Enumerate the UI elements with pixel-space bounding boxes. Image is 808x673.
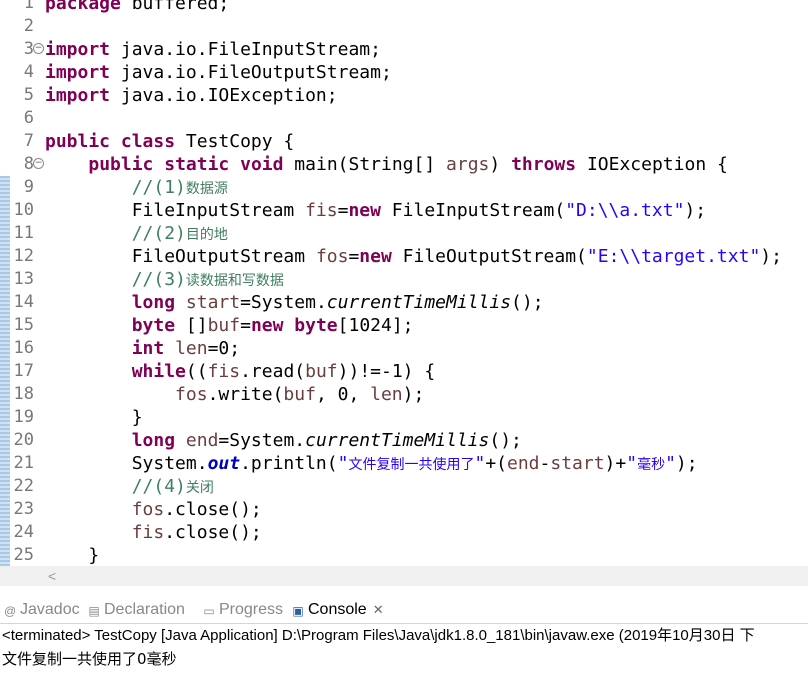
change-ruler: [0, 176, 10, 566]
declaration-icon: ▤: [88, 604, 100, 618]
console-output: 文件复制一共使用了0毫秒: [2, 650, 177, 668]
tab-declaration[interactable]: ▤ Declaration: [88, 596, 185, 623]
views-tabbar: @ Javadoc ▤ Declaration ▭ Progress ▣ Console…: [0, 596, 808, 623]
code-text: fos.write(buf, 0, len);: [175, 384, 425, 405]
tab-javadoc-label: Javadoc: [20, 601, 80, 618]
line-number: 18: [13, 384, 34, 404]
code-text: FileInputStream fis=new FileInputStream(…: [45, 200, 707, 221]
code-text: long end=System.currentTimeMillis();: [131, 430, 522, 451]
line-number: 9: [23, 177, 34, 197]
fold-toggle-icon[interactable]: −: [33, 158, 44, 169]
line-number: 3: [23, 39, 34, 59]
code-text: fos.close();: [131, 499, 262, 520]
horizontal-scrollbar[interactable]: <: [0, 566, 808, 586]
progress-icon: ▭: [203, 604, 215, 618]
line-number: 17: [13, 361, 34, 381]
code-text: import java.io.IOException;: [45, 85, 338, 106]
line-number: 23: [13, 499, 34, 519]
code-text: //(2)目的地: [131, 223, 228, 244]
code-text: while((fis.read(buf))!=-1) {: [131, 361, 436, 382]
code-editor[interactable]: 1 package buffered; 2 3− import java.io.File…: [0, 0, 808, 566]
line-number: 1: [23, 0, 34, 13]
code-text: }: [45, 545, 100, 566]
code-text: //(1)数据源: [131, 177, 228, 198]
javadoc-icon: @: [4, 604, 17, 618]
line-number: 2: [23, 16, 34, 36]
code-text: FileOutputStream fos=new FileOutputStrea…: [45, 246, 782, 267]
tab-console-label: Console: [308, 601, 367, 618]
line-number: 8: [23, 154, 34, 174]
line-number: 10: [13, 200, 34, 220]
line-number: 5: [23, 85, 34, 105]
console-status: <terminated> TestCopy [Java Application]…: [2, 627, 755, 644]
scroll-left-icon[interactable]: <: [48, 566, 56, 586]
console-icon: ▣: [292, 604, 304, 618]
code-text: import java.io.FileOutputStream;: [45, 62, 392, 83]
line-number: 4: [23, 62, 34, 82]
line-number: 15: [13, 315, 34, 335]
line-number: 20: [13, 430, 34, 450]
line-number: 24: [13, 522, 34, 542]
code-text: package buffered;: [45, 0, 230, 14]
code-text: //(4)关闭: [131, 476, 214, 497]
line-number: 13: [13, 269, 34, 289]
code-text: long start=System.currentTimeMillis();: [131, 292, 544, 313]
code-text: public class TestCopy {: [45, 131, 295, 152]
line-number: 12: [13, 246, 34, 266]
tab-progress[interactable]: ▭ Progress: [203, 596, 283, 623]
tab-declaration-label: Declaration: [104, 601, 185, 618]
line-number: 14: [13, 292, 34, 312]
fold-toggle-icon[interactable]: −: [33, 43, 44, 54]
code-text: fis.close();: [131, 522, 262, 543]
line-number: 11: [13, 223, 34, 243]
line-number: 19: [13, 407, 34, 427]
code-text: import java.io.FileInputStream;: [45, 39, 381, 60]
line-number: 22: [13, 476, 34, 496]
line-number: 16: [13, 338, 34, 358]
line-number: 21: [13, 453, 34, 473]
code-text: int len=0;: [131, 338, 241, 359]
line-number: 25: [13, 545, 34, 565]
code-text: public static void main(String[] args) t…: [88, 154, 728, 175]
tab-progress-label: Progress: [219, 601, 284, 618]
code-text: }: [45, 407, 143, 428]
code-text: byte []buf=new byte[1024];: [131, 315, 414, 336]
tab-divider: [0, 623, 808, 624]
code-text: //(3)读数据和写数据: [131, 269, 284, 290]
tab-console[interactable]: ▣ Console ✕: [292, 596, 384, 623]
code-text: System.out.println("文件复制一共使用了"+(end-star…: [45, 453, 698, 474]
tab-javadoc[interactable]: @ Javadoc: [4, 596, 80, 623]
line-number: 6: [23, 108, 34, 128]
close-icon[interactable]: ✕: [373, 602, 384, 617]
line-number: 7: [23, 131, 34, 151]
